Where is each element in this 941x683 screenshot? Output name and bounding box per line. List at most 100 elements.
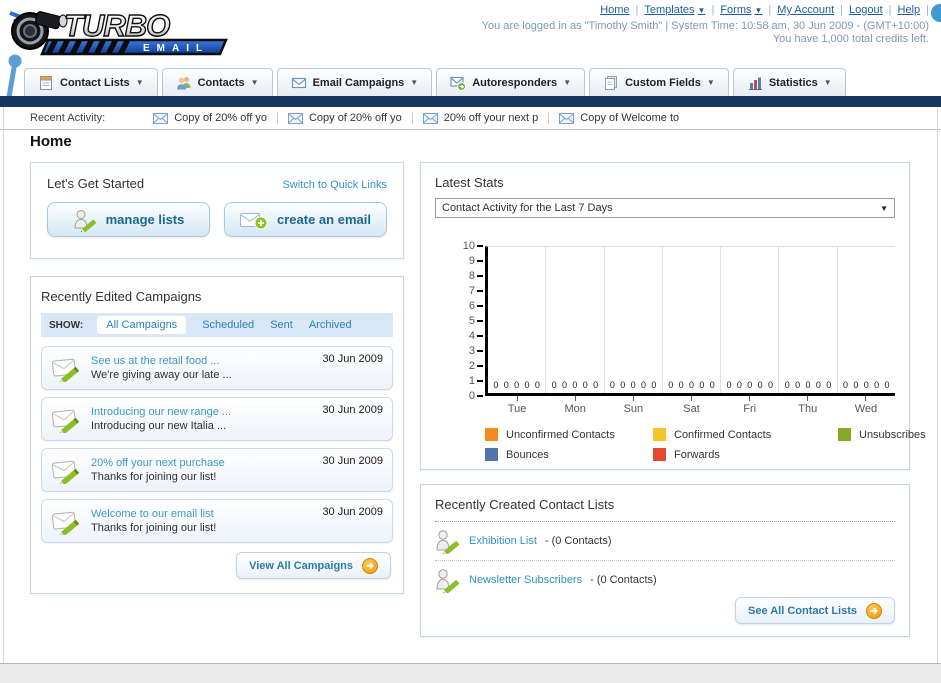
tab-contacts[interactable]: Contacts ▼ [161, 68, 273, 96]
tab-contact-lists[interactable]: Contact Lists ▼ [24, 68, 158, 96]
campaign-date: 30 Jun 2009 [322, 353, 383, 365]
credits-text: You have 1,000 total credits left. [772, 33, 929, 45]
y-axis-tick-label: 8 [468, 270, 475, 282]
bar-value-labels: 00000 [784, 380, 832, 390]
contact-list-link[interactable]: Newsletter Subscribers [469, 574, 582, 586]
campaign-filter[interactable]: Archived [309, 319, 352, 331]
y-axis-tick-label: 7 [468, 285, 475, 297]
campaign-filter[interactable]: All Campaigns [97, 316, 187, 334]
campaign-filter-bar: SHOW: All Campaigns Scheduled Sent Archived [41, 313, 393, 337]
envelope-icon [287, 112, 303, 124]
get-started-title: Let's Get Started [47, 176, 145, 191]
header-nav-link[interactable]: Home [600, 4, 629, 16]
tab-statistics[interactable]: Statistics ▼ [732, 68, 846, 96]
y-axis-tick-label: 6 [468, 300, 475, 312]
header-nav-link[interactable]: Help [898, 4, 921, 16]
footer-strip [0, 663, 941, 683]
contact-lists-icon [40, 75, 52, 90]
person-pencil-icon [436, 569, 460, 593]
right-page-border [937, 107, 938, 663]
bar-value-labels: 00000 [493, 380, 540, 390]
chart-x-axis: Tue Mon Sun Sat Fri Thu Wed [488, 396, 895, 415]
view-all-campaigns-button[interactable]: View All Campaigns ➔ [236, 552, 391, 579]
email-campaigns-icon [291, 77, 306, 88]
recent-activity-item[interactable]: Copy of 20% off yo [278, 112, 413, 124]
left-page-border [3, 107, 4, 663]
campaign-filter[interactable]: Scheduled [202, 319, 254, 331]
bar-value-labels: 00000 [551, 380, 599, 390]
main-nav-tabs: Contact Lists ▼ Contacts ▼ Email Campaigns… [24, 68, 846, 96]
legend-item: Forwards [653, 448, 838, 461]
legend-item: Unconfirmed Contacts [485, 428, 653, 441]
tab-autoresponders[interactable]: Autoresponders ▼ [436, 68, 586, 96]
campaign-subtitle: Thanks for joining our list! [91, 522, 217, 534]
campaign-list: See us at the retail food ... We're givi… [41, 346, 393, 543]
recently-edited-campaigns-panel: Recently Edited Campaigns SHOW: All Camp… [30, 276, 404, 594]
contact-list-count: - (0 Contacts) [590, 574, 657, 586]
header-nav-link[interactable]: My Account [777, 4, 834, 16]
campaign-list-item[interactable]: See us at the retail food ... We're givi… [41, 346, 393, 390]
envelope-pencil-icon [51, 460, 80, 484]
y-axis-tick [477, 305, 483, 307]
campaign-title-link[interactable]: Introducing our new range ... [91, 405, 322, 419]
campaign-subtitle: Thanks for joining our list! [91, 471, 217, 483]
nav-separator: | [711, 4, 715, 16]
y-axis-tick [477, 320, 483, 322]
campaign-list-item[interactable]: 20% off your next purchase Thanks for jo… [41, 448, 393, 492]
chart-group-fri: 00000 [720, 247, 778, 393]
campaign-title-link[interactable]: See us at the retail food ... [91, 354, 322, 368]
stats-period-select[interactable]: Contact Activity for the Last 7 Days ▼ [435, 198, 895, 218]
bar-value-labels: 00000 [668, 380, 715, 390]
envelope-pencil-icon [51, 511, 80, 535]
campaign-filter[interactable]: Sent [270, 319, 293, 331]
statistics-icon [748, 77, 762, 90]
envelope-pencil-icon [51, 409, 80, 433]
bar-value-labels: 00000 [843, 380, 890, 390]
x-axis-label: Tue [488, 396, 546, 415]
header-nav-link[interactable]: Logout [849, 4, 883, 16]
switch-quick-links[interactable]: Switch to Quick Links [282, 179, 387, 191]
create-email-button[interactable]: create an email [224, 202, 387, 237]
header-nav-link[interactable]: Templates ▼ [644, 4, 705, 16]
x-axis-label: Mon [546, 396, 604, 415]
contact-list-count: - (0 Contacts) [544, 535, 612, 547]
show-label: SHOW: [49, 319, 84, 331]
manage-lists-button[interactable]: manage lists [47, 202, 210, 237]
application-window: TURBO EMAIL Home | Templates▼ | Forms▼ [0, 0, 941, 683]
legend-swatch [653, 448, 666, 461]
campaign-title-link[interactable]: 20% off your next purchase [91, 456, 322, 470]
latest-stats-panel: Latest Stats Contact Activity for the La… [420, 162, 926, 470]
tab-custom-fields[interactable]: Custom Fields ▼ [589, 68, 729, 96]
recent-activity-item[interactable]: 20% off your next p [413, 112, 550, 124]
contact-list-link[interactable]: Exhibition List [469, 535, 537, 547]
chart-group-tue: 00000 [488, 247, 545, 393]
header-nav: Home | Templates ▼ | Forms ▼ | My Account … [600, 4, 929, 16]
envelope-pencil-icon [51, 358, 80, 382]
contact-list-item[interactable]: Exhibition List - (0 Contacts) [435, 522, 895, 561]
nav-separator: | [888, 4, 892, 16]
chevron-down-icon: ▼ [706, 78, 715, 87]
chevron-down-icon: ▼ [410, 78, 419, 87]
x-axis-label: Fri [721, 396, 779, 415]
y-axis-tick-label: 0 [468, 390, 475, 402]
recent-activity-item[interactable]: Copy of Welcome to [549, 112, 689, 124]
legend-item: Confirmed Contacts [653, 428, 838, 441]
y-axis-tick [477, 395, 483, 397]
custom-fields-icon [605, 75, 618, 90]
legend-swatch [485, 448, 498, 461]
help-bubble-icon[interactable] [931, 4, 941, 22]
chevron-down-icon: ▼ [754, 5, 763, 15]
see-all-contact-lists-button[interactable]: See All Contact Lists ➔ [734, 597, 895, 624]
person-pencil-icon [74, 209, 96, 232]
recent-activity-item[interactable]: Copy of 20% off yo [143, 112, 278, 124]
get-started-panel: Let's Get Started Switch to Quick Links … [30, 162, 404, 259]
header-nav-link[interactable]: Forms ▼ [720, 4, 762, 16]
envelope-icon [422, 112, 438, 124]
campaign-title-link[interactable]: Welcome to our email list [91, 507, 322, 521]
y-axis-tick [477, 275, 483, 277]
legend-item: Bounces [485, 448, 653, 461]
tab-email-campaigns[interactable]: Email Campaigns ▼ [276, 68, 433, 96]
campaign-list-item[interactable]: Introducing our new range ... Introducin… [41, 397, 393, 441]
contact-list-item[interactable]: Newsletter Subscribers - (0 Contacts) [435, 561, 895, 599]
campaign-list-item[interactable]: Welcome to our email list Thanks for joi… [41, 499, 393, 543]
